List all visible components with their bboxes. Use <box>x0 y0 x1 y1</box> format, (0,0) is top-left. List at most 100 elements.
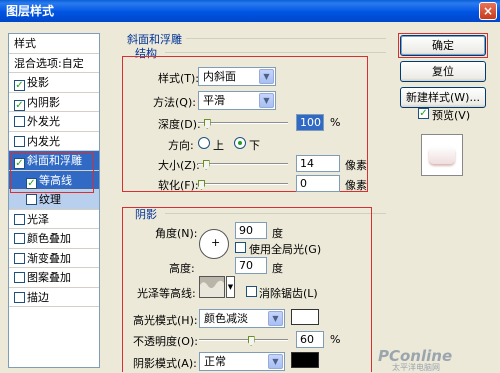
gloss-contour-swatch[interactable] <box>199 276 225 298</box>
shadow-mode-select[interactable]: 正常 ▼ <box>199 352 285 371</box>
depth-label: 深度(D): <box>158 118 201 131</box>
chevron-down-icon[interactable]: ▼ <box>259 93 274 108</box>
style-item-drop-shadow[interactable]: ✓ 投影 <box>9 73 99 93</box>
highlight-mode-select[interactable]: 颜色减淡 ▼ <box>199 309 285 328</box>
layer-style-dialog: 图层样式 × 样式 混合选项:自定 ✓ 投影 ✓ 内阴影 外发光 内发光 ✓ 斜面和浮… <box>0 0 500 372</box>
direction-label: 方向: <box>168 139 194 152</box>
checkbox-icon[interactable] <box>26 194 37 205</box>
window-title: 图层样式 <box>6 4 55 18</box>
shadow-mode-label: 阴影模式(A): <box>133 357 197 370</box>
new-style-button[interactable]: 新建样式(W)... <box>400 87 486 108</box>
opacity-unit: % <box>330 333 341 346</box>
altitude-label: 高度: <box>169 262 195 275</box>
reset-button[interactable]: 复位 <box>400 61 486 82</box>
watermark-sub: 太平洋电脑网 <box>392 363 440 372</box>
angle-dial-cross-icon: + <box>211 236 221 249</box>
style-item-pattern-overlay[interactable]: 图案叠加 <box>9 268 99 288</box>
checkbox-icon[interactable] <box>14 213 25 225</box>
highlight-color-swatch[interactable] <box>291 309 319 325</box>
style-item-label: 内发光 <box>27 134 60 148</box>
checkbox-icon[interactable] <box>14 135 25 147</box>
altitude-input[interactable]: 70 <box>235 257 267 274</box>
shadow-color-swatch[interactable] <box>291 352 319 368</box>
opacity-input[interactable]: 60 <box>296 331 324 348</box>
method-label: 方法(Q): <box>153 96 196 109</box>
style-item-label: 颜色叠加 <box>27 232 71 245</box>
depth-slider[interactable] <box>198 122 288 124</box>
opacity-label: 不透明度(O): <box>133 335 198 348</box>
chevron-down-icon[interactable]: ▼ <box>268 311 283 326</box>
checkbox-icon[interactable] <box>14 233 25 244</box>
contour-dropdown-icon[interactable]: ▼ <box>226 276 235 298</box>
checkbox-icon[interactable] <box>14 272 25 283</box>
checkbox-icon[interactable]: ✓ <box>14 80 25 91</box>
angle-input[interactable]: 90 <box>235 222 267 239</box>
technique-select[interactable]: 平滑 ▼ <box>198 91 276 110</box>
style-preview-thumbnail <box>421 134 463 176</box>
direction-up-label: 上 <box>213 139 224 152</box>
highlight-mode-value: 颜色减淡 <box>204 312 248 325</box>
preview-shape <box>429 146 455 164</box>
style-item-label: 纹理 <box>39 193 61 206</box>
style-item-gradient-overlay[interactable]: 渐变叠加 <box>9 249 99 268</box>
blend-options-item[interactable]: 混合选项:自定 <box>9 54 99 73</box>
checkbox-icon[interactable] <box>14 252 25 264</box>
bevel-style-value: 内斜面 <box>203 70 236 83</box>
angle-unit: 度 <box>272 227 283 240</box>
style-item-label: 渐变叠加 <box>27 251 71 265</box>
technique-value: 平滑 <box>203 94 225 107</box>
gloss-contour-label: 光泽等高线: <box>137 287 196 300</box>
style-item-label: 外发光 <box>27 115 60 128</box>
direction-up-radio[interactable] <box>198 137 210 149</box>
contour-curve-icon <box>200 280 224 297</box>
highlight-box-ok <box>398 33 488 58</box>
style-item-stroke[interactable]: 描边 <box>9 288 99 307</box>
size-unit: 像素 <box>345 159 367 172</box>
style-item-color-overlay[interactable]: 颜色叠加 <box>9 229 99 249</box>
size-label: 大小(Z): <box>158 159 200 172</box>
highlight-mode-label: 高光模式(H): <box>133 314 198 327</box>
style-item-outer-glow[interactable]: 外发光 <box>9 112 99 132</box>
angle-label: 角度(N): <box>155 227 198 240</box>
size-slider[interactable] <box>198 163 288 165</box>
preview-checkbox[interactable]: ✓ <box>418 108 429 119</box>
title-bar: 图层样式 × <box>0 0 500 22</box>
style-item-label: 光泽 <box>27 212 49 226</box>
style-item-satin[interactable]: 光泽 <box>9 210 99 229</box>
preview-label: 预览(V) <box>432 109 471 122</box>
style-label: 样式(T): <box>158 72 200 85</box>
size-input[interactable]: 14 <box>296 155 340 172</box>
divider <box>186 38 386 39</box>
style-item-inner-shadow[interactable]: ✓ 内阴影 <box>9 93 99 112</box>
highlight-box-left <box>10 153 94 193</box>
depth-unit: % <box>330 116 341 129</box>
soften-label: 软化(F): <box>158 179 199 192</box>
shadow-mode-value: 正常 <box>204 355 226 368</box>
checkbox-icon[interactable]: ✓ <box>14 99 25 111</box>
bevel-style-select[interactable]: 内斜面 ▼ <box>198 67 276 86</box>
direction-down-radio[interactable] <box>234 137 246 149</box>
global-light-checkbox[interactable] <box>235 242 246 253</box>
close-icon[interactable]: × <box>479 2 497 20</box>
styles-header[interactable]: 样式 <box>9 34 99 54</box>
soften-unit: 像素 <box>345 179 367 192</box>
global-light-label: 使用全局光(G) <box>249 243 322 256</box>
checkbox-icon[interactable] <box>14 291 25 303</box>
opacity-slider[interactable] <box>199 339 288 341</box>
style-item-label: 描边 <box>27 290 49 304</box>
style-item-inner-glow[interactable]: 内发光 <box>9 132 99 151</box>
antialias-checkbox[interactable] <box>246 286 257 297</box>
chevron-down-icon[interactable]: ▼ <box>259 69 274 84</box>
checkbox-icon[interactable] <box>14 116 25 127</box>
style-item-label: 内阴影 <box>27 95 60 109</box>
style-item-label: 图案叠加 <box>27 271 71 284</box>
antialias-label: 消除锯齿(L) <box>259 287 318 300</box>
soften-slider[interactable] <box>198 183 288 185</box>
divider <box>165 52 386 53</box>
depth-input[interactable]: 100 <box>296 114 324 131</box>
chevron-down-icon[interactable]: ▼ <box>268 354 283 369</box>
angle-dial[interactable]: + <box>199 229 229 259</box>
altitude-unit: 度 <box>272 262 283 275</box>
styles-list: 样式 混合选项:自定 ✓ 投影 ✓ 内阴影 外发光 内发光 ✓ 斜面和浮雕 ✓ 等高线 … <box>8 33 100 368</box>
soften-input[interactable]: 0 <box>296 175 340 192</box>
